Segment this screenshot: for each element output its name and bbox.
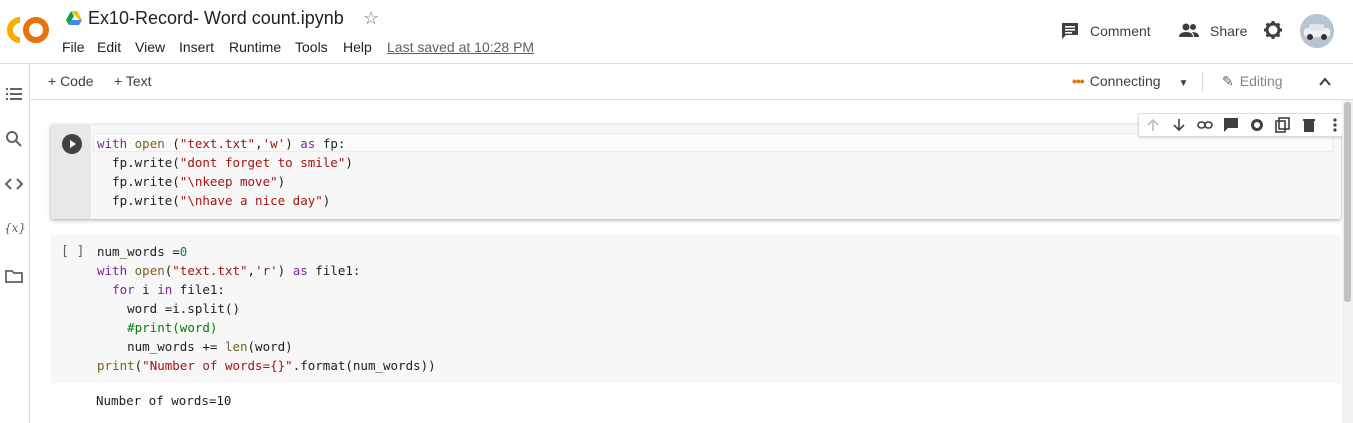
table-of-contents-icon[interactable] xyxy=(4,84,24,104)
add-code-button[interactable]: + Code xyxy=(48,73,94,89)
chevron-up-icon[interactable] xyxy=(1318,75,1332,89)
notebook-toolbar: + Code + Text ••• Connecting ▼ ✎ Editing xyxy=(30,64,1353,100)
code-line[interactable]: with open ("text.txt",'w') as fp: xyxy=(97,134,345,153)
chevron-down-icon[interactable]: ▼ xyxy=(1178,78,1188,89)
code-line[interactable]: print("Number of words={}".format(num_wo… xyxy=(97,356,436,375)
colab-logo[interactable] xyxy=(6,14,50,46)
notebook-title[interactable]: Ex10-Record- Word count.ipynb xyxy=(88,8,344,29)
code-cell[interactable]: with open ("text.txt",'w') as fp: fp.wri… xyxy=(51,113,1353,219)
code-line[interactable]: for i in file1: xyxy=(97,280,225,299)
share-button[interactable]: Share xyxy=(1178,20,1247,42)
comment-label: Comment xyxy=(1090,23,1151,39)
code-line[interactable]: with open("text.txt",'r') as file1: xyxy=(97,261,360,280)
comment-icon xyxy=(1062,23,1078,39)
comment-icon[interactable] xyxy=(1223,117,1239,133)
menu-view[interactable]: View xyxy=(135,39,165,55)
scrollbar-thumb[interactable] xyxy=(1344,102,1351,302)
code-snippets-icon[interactable] xyxy=(4,174,24,194)
move-down-icon[interactable] xyxy=(1171,117,1187,133)
car-photo-icon xyxy=(1300,14,1334,48)
comment-button[interactable]: Comment xyxy=(1060,20,1151,42)
link-icon[interactable] xyxy=(1197,117,1213,133)
editing-mode-button[interactable]: ✎ Editing xyxy=(1222,73,1283,90)
variables-icon[interactable]: {x} xyxy=(4,221,26,241)
cell-toolbar xyxy=(1138,113,1353,137)
people-icon xyxy=(1179,23,1199,37)
cell-output: Number of words=10 xyxy=(96,393,232,408)
code-line[interactable]: word =i.split() xyxy=(97,299,240,318)
pencil-icon: ✎ xyxy=(1222,73,1234,89)
run-cell-button[interactable] xyxy=(62,134,82,154)
menu-help[interactable]: Help xyxy=(343,39,372,55)
search-icon[interactable] xyxy=(4,129,24,149)
add-text-button[interactable]: + Text xyxy=(114,73,152,89)
scrollbar[interactable] xyxy=(1342,100,1353,423)
code-line[interactable]: num_words += len(word) xyxy=(97,337,293,356)
editing-label: Editing xyxy=(1239,73,1283,89)
menu-runtime[interactable]: Runtime xyxy=(229,39,281,55)
menu-file[interactable]: File xyxy=(62,39,85,55)
play-icon xyxy=(70,140,76,148)
code-cell[interactable]: [ ] num_words =0 with open("text.txt",'r… xyxy=(51,235,1341,383)
code-line[interactable]: fp.write("\nhave a nice day") xyxy=(97,191,330,210)
code-line[interactable]: fp.write("dont forget to smile") xyxy=(97,153,353,172)
code-line[interactable]: #print(word) xyxy=(97,318,217,337)
more-vert-icon[interactable] xyxy=(1327,117,1343,133)
runtime-connect-button[interactable]: ••• Connecting ▼ xyxy=(1072,73,1188,89)
mirror-cell-icon[interactable] xyxy=(1275,117,1291,133)
menu-insert[interactable]: Insert xyxy=(179,39,214,55)
menu-tools[interactable]: Tools xyxy=(295,39,328,55)
notebook-area: with open ("text.txt",'w') as fp: fp.wri… xyxy=(30,100,1353,423)
star-icon[interactable]: ☆ xyxy=(363,8,379,29)
left-sidebar: {x} xyxy=(0,64,30,423)
share-label: Share xyxy=(1210,23,1248,39)
user-avatar[interactable] xyxy=(1300,14,1334,48)
google-drive-icon[interactable] xyxy=(66,11,82,25)
settings-gear-icon[interactable] xyxy=(1263,20,1283,40)
connection-status: Connecting xyxy=(1089,73,1161,89)
gear-icon[interactable] xyxy=(1249,117,1265,133)
code-line[interactable]: fp.write("\nkeep move") xyxy=(97,172,285,191)
delete-icon[interactable] xyxy=(1301,117,1317,133)
menu-edit[interactable]: Edit xyxy=(97,39,121,55)
header: Ex10-Record- Word count.ipynb ☆ File Edi… xyxy=(0,0,1353,64)
move-up-icon[interactable] xyxy=(1145,117,1161,133)
last-saved-link[interactable]: Last saved at 10:28 PM xyxy=(387,39,534,55)
code-line[interactable]: num_words =0 xyxy=(97,242,187,261)
execution-count[interactable]: [ ] xyxy=(61,244,84,259)
divider xyxy=(1202,72,1203,92)
connecting-dots-icon: ••• xyxy=(1072,73,1085,89)
folder-icon[interactable] xyxy=(4,266,24,286)
cell-gutter xyxy=(51,125,91,219)
